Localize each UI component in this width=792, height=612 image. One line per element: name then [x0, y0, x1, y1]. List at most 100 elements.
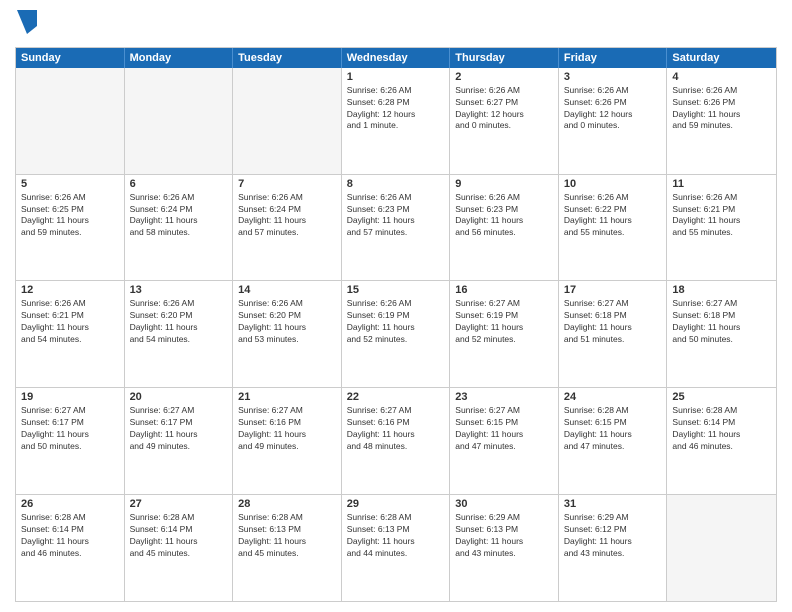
calendar-cell-1: 1 Sunrise: 6:26 AM Sunset: 6:28 PM Daylig… [342, 68, 451, 174]
calendar-cell-22: 22 Sunrise: 6:27 AM Sunset: 6:16 PM Dayli… [342, 388, 451, 494]
calendar-body: 1 Sunrise: 6:26 AM Sunset: 6:28 PM Daylig… [16, 68, 776, 601]
cell-day-info: Sunrise: 6:27 AM Sunset: 6:18 PM Dayligh… [672, 298, 771, 346]
cell-day-number: 16 [455, 284, 553, 296]
cell-day-info: Sunrise: 6:27 AM Sunset: 6:18 PM Dayligh… [564, 298, 662, 346]
calendar-cell-18: 18 Sunrise: 6:27 AM Sunset: 6:18 PM Dayli… [667, 281, 776, 387]
header-day-saturday: Saturday [667, 48, 776, 68]
calendar-cell-13: 13 Sunrise: 6:26 AM Sunset: 6:20 PM Dayli… [125, 281, 234, 387]
cell-day-number: 21 [238, 391, 336, 403]
cell-day-number: 9 [455, 178, 553, 190]
cell-day-info: Sunrise: 6:28 AM Sunset: 6:13 PM Dayligh… [347, 512, 445, 560]
cell-day-number: 12 [21, 284, 119, 296]
cell-day-number: 18 [672, 284, 771, 296]
logo-icon [17, 10, 37, 34]
cell-day-number: 7 [238, 178, 336, 190]
cell-day-info: Sunrise: 6:28 AM Sunset: 6:13 PM Dayligh… [238, 512, 336, 560]
cell-day-number: 23 [455, 391, 553, 403]
cell-day-info: Sunrise: 6:26 AM Sunset: 6:27 PM Dayligh… [455, 85, 553, 133]
cell-day-number: 1 [347, 71, 445, 83]
calendar-cell-9: 9 Sunrise: 6:26 AM Sunset: 6:23 PM Daylig… [450, 175, 559, 281]
cell-day-number: 3 [564, 71, 662, 83]
cell-day-number: 24 [564, 391, 662, 403]
calendar-cell-5: 5Sunrise: 6:26 AM Sunset: 6:25 PM Daylig… [16, 175, 125, 281]
cell-day-info: Sunrise: 6:26 AM Sunset: 6:20 PM Dayligh… [130, 298, 228, 346]
logo [15, 10, 37, 39]
calendar-cell-28: 28 Sunrise: 6:28 AM Sunset: 6:13 PM Dayli… [233, 495, 342, 601]
calendar-cell-10: 10Sunrise: 6:26 AM Sunset: 6:22 PM Dayli… [559, 175, 668, 281]
cell-day-number: 25 [672, 391, 771, 403]
cell-day-info: Sunrise: 6:26 AM Sunset: 6:24 PM Dayligh… [238, 192, 336, 240]
cell-day-number: 20 [130, 391, 228, 403]
calendar-cell-empty-0-1 [125, 68, 234, 174]
calendar-cell-empty-0-2 [233, 68, 342, 174]
calendar-cell-6: 6Sunrise: 6:26 AM Sunset: 6:24 PM Daylig… [125, 175, 234, 281]
cell-day-info: Sunrise: 6:26 AM Sunset: 6:23 PM Dayligh… [455, 192, 553, 240]
cell-day-number: 31 [564, 498, 662, 510]
calendar-cell-4: 4Sunrise: 6:26 AM Sunset: 6:26 PM Daylig… [667, 68, 776, 174]
cell-day-number: 17 [564, 284, 662, 296]
calendar-row-4: 26 Sunrise: 6:28 AM Sunset: 6:14 PM Dayli… [16, 494, 776, 601]
cell-day-info: Sunrise: 6:29 AM Sunset: 6:13 PM Dayligh… [455, 512, 553, 560]
cell-day-number: 27 [130, 498, 228, 510]
calendar: SundayMondayTuesdayWednesdayThursdayFrid… [15, 47, 777, 602]
calendar-cell-2: 2 Sunrise: 6:26 AM Sunset: 6:27 PM Daylig… [450, 68, 559, 174]
cell-day-info: Sunrise: 6:28 AM Sunset: 6:14 PM Dayligh… [130, 512, 228, 560]
cell-day-number: 8 [347, 178, 445, 190]
cell-day-number: 6 [130, 178, 228, 190]
cell-day-number: 19 [21, 391, 119, 403]
cell-day-info: Sunrise: 6:26 AM Sunset: 6:21 PM Dayligh… [672, 192, 771, 240]
calendar-cell-31: 31 Sunrise: 6:29 AM Sunset: 6:12 PM Dayli… [559, 495, 668, 601]
cell-day-info: Sunrise: 6:27 AM Sunset: 6:19 PM Dayligh… [455, 298, 553, 346]
cell-day-info: Sunrise: 6:26 AM Sunset: 6:26 PM Dayligh… [672, 85, 771, 133]
calendar-cell-16: 16 Sunrise: 6:27 AM Sunset: 6:19 PM Dayli… [450, 281, 559, 387]
cell-day-number: 22 [347, 391, 445, 403]
calendar-cell-25: 25 Sunrise: 6:28 AM Sunset: 6:14 PM Dayli… [667, 388, 776, 494]
cell-day-info: Sunrise: 6:26 AM Sunset: 6:19 PM Dayligh… [347, 298, 445, 346]
calendar-cell-19: 19 Sunrise: 6:27 AM Sunset: 6:17 PM Dayli… [16, 388, 125, 494]
cell-day-number: 28 [238, 498, 336, 510]
cell-day-number: 2 [455, 71, 553, 83]
header-day-sunday: Sunday [16, 48, 125, 68]
calendar-cell-17: 17 Sunrise: 6:27 AM Sunset: 6:18 PM Dayli… [559, 281, 668, 387]
header-day-tuesday: Tuesday [233, 48, 342, 68]
calendar-cell-empty-0-0 [16, 68, 125, 174]
calendar-cell-empty-4-6 [667, 495, 776, 601]
cell-day-number: 30 [455, 498, 553, 510]
page: SundayMondayTuesdayWednesdayThursdayFrid… [0, 0, 792, 612]
cell-day-info: Sunrise: 6:26 AM Sunset: 6:28 PM Dayligh… [347, 85, 445, 133]
cell-day-info: Sunrise: 6:27 AM Sunset: 6:15 PM Dayligh… [455, 405, 553, 453]
header [15, 10, 777, 39]
cell-day-info: Sunrise: 6:26 AM Sunset: 6:23 PM Dayligh… [347, 192, 445, 240]
calendar-row-3: 19 Sunrise: 6:27 AM Sunset: 6:17 PM Dayli… [16, 387, 776, 494]
cell-day-number: 5 [21, 178, 119, 190]
calendar-row-2: 12 Sunrise: 6:26 AM Sunset: 6:21 PM Dayli… [16, 280, 776, 387]
calendar-cell-8: 8 Sunrise: 6:26 AM Sunset: 6:23 PM Daylig… [342, 175, 451, 281]
cell-day-info: Sunrise: 6:28 AM Sunset: 6:14 PM Dayligh… [672, 405, 771, 453]
cell-day-number: 10 [564, 178, 662, 190]
calendar-cell-15: 15Sunrise: 6:26 AM Sunset: 6:19 PM Dayli… [342, 281, 451, 387]
cell-day-number: 26 [21, 498, 119, 510]
cell-day-info: Sunrise: 6:27 AM Sunset: 6:17 PM Dayligh… [21, 405, 119, 453]
calendar-row-0: 1 Sunrise: 6:26 AM Sunset: 6:28 PM Daylig… [16, 68, 776, 174]
cell-day-number: 29 [347, 498, 445, 510]
cell-day-number: 13 [130, 284, 228, 296]
cell-day-info: Sunrise: 6:27 AM Sunset: 6:16 PM Dayligh… [347, 405, 445, 453]
header-day-thursday: Thursday [450, 48, 559, 68]
cell-day-info: Sunrise: 6:26 AM Sunset: 6:20 PM Dayligh… [238, 298, 336, 346]
logo-text [15, 10, 37, 39]
calendar-cell-24: 24 Sunrise: 6:28 AM Sunset: 6:15 PM Dayli… [559, 388, 668, 494]
header-day-monday: Monday [125, 48, 234, 68]
calendar-cell-20: 20 Sunrise: 6:27 AM Sunset: 6:17 PM Dayli… [125, 388, 234, 494]
cell-day-info: Sunrise: 6:28 AM Sunset: 6:15 PM Dayligh… [564, 405, 662, 453]
cell-day-info: Sunrise: 6:29 AM Sunset: 6:12 PM Dayligh… [564, 512, 662, 560]
calendar-cell-26: 26 Sunrise: 6:28 AM Sunset: 6:14 PM Dayli… [16, 495, 125, 601]
calendar-cell-3: 3 Sunrise: 6:26 AM Sunset: 6:26 PM Daylig… [559, 68, 668, 174]
cell-day-info: Sunrise: 6:28 AM Sunset: 6:14 PM Dayligh… [21, 512, 119, 560]
cell-day-info: Sunrise: 6:26 AM Sunset: 6:26 PM Dayligh… [564, 85, 662, 133]
cell-day-info: Sunrise: 6:27 AM Sunset: 6:17 PM Dayligh… [130, 405, 228, 453]
cell-day-info: Sunrise: 6:26 AM Sunset: 6:21 PM Dayligh… [21, 298, 119, 346]
calendar-cell-11: 11Sunrise: 6:26 AM Sunset: 6:21 PM Dayli… [667, 175, 776, 281]
calendar-cell-14: 14Sunrise: 6:26 AM Sunset: 6:20 PM Dayli… [233, 281, 342, 387]
calendar-cell-23: 23 Sunrise: 6:27 AM Sunset: 6:15 PM Dayli… [450, 388, 559, 494]
calendar-cell-27: 27 Sunrise: 6:28 AM Sunset: 6:14 PM Dayli… [125, 495, 234, 601]
